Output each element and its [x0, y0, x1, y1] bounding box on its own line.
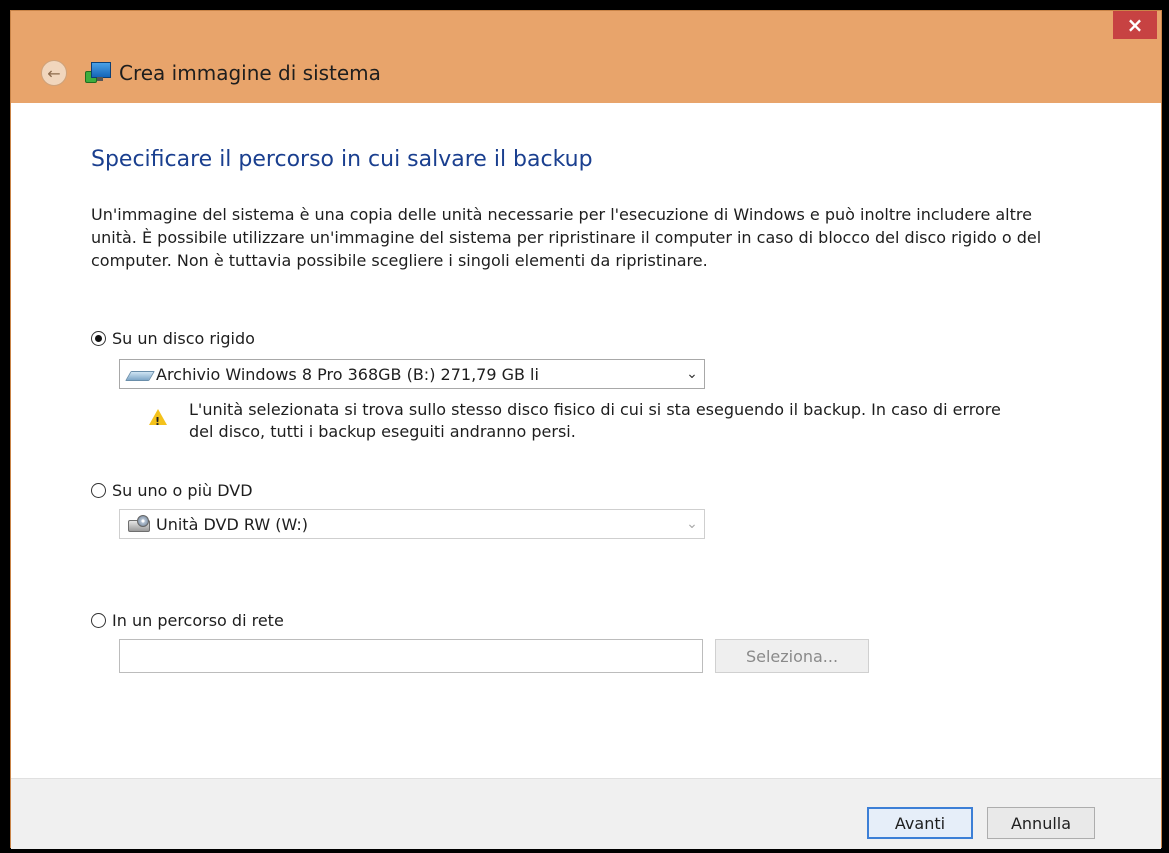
- back-arrow-icon: ←: [47, 63, 61, 83]
- dialog-footer: Avanti Annulla: [11, 778, 1161, 849]
- cancel-button[interactable]: Annulla: [987, 807, 1095, 839]
- dvd-dropdown-value: Unità DVD RW (W:): [156, 514, 308, 534]
- browse-button-label: Seleziona...: [745, 646, 839, 666]
- dvd-radio[interactable]: [91, 483, 106, 498]
- system-image-icon: [85, 61, 111, 85]
- dvd-drive-icon: [128, 515, 152, 532]
- hard-disk-label: Su un disco rigido: [112, 329, 255, 348]
- back-button[interactable]: ←: [41, 60, 67, 86]
- hard-disk-dropdown[interactable]: Archivio Windows 8 Pro 368GB (B:) 271,79…: [119, 359, 705, 389]
- hard-disk-radio[interactable]: [91, 331, 106, 346]
- option-hard-disk[interactable]: Su un disco rigido: [91, 329, 255, 348]
- dialog-window: × ← Crea immagine di sistema Specificare…: [10, 10, 1162, 849]
- content-area: Specificare il percorso in cui salvare i…: [11, 103, 1161, 778]
- option-network[interactable]: In un percorso di rete: [91, 611, 284, 630]
- next-button-label: Avanti: [894, 813, 946, 833]
- dvd-dropdown[interactable]: Unità DVD RW (W:) ⌄: [119, 509, 705, 539]
- close-icon: ×: [1126, 13, 1144, 37]
- next-button[interactable]: Avanti: [867, 807, 973, 839]
- cancel-button-label: Annulla: [1010, 813, 1072, 833]
- same-disk-warning: L'unità selezionata si trova sullo stess…: [149, 399, 1029, 443]
- network-path-input[interactable]: [119, 639, 703, 673]
- browse-button[interactable]: Seleziona...: [715, 639, 869, 673]
- page-description: Un'immagine del sistema è una copia dell…: [91, 205, 1042, 270]
- title-bar: ← Crea immagine di sistema: [11, 49, 1161, 97]
- warning-icon: [149, 409, 167, 433]
- close-button[interactable]: ×: [1113, 11, 1157, 39]
- dvd-label: Su uno o più DVD: [112, 481, 253, 500]
- warning-text: L'unità selezionata si trova sullo stess…: [189, 400, 1001, 441]
- hard-drive-icon: [125, 367, 155, 381]
- chevron-down-icon: ⌄: [686, 516, 698, 532]
- page-heading: Specificare il percorso in cui salvare i…: [91, 147, 593, 172]
- window-title: Crea immagine di sistema: [119, 61, 381, 85]
- network-radio[interactable]: [91, 613, 106, 628]
- chevron-down-icon: ⌄: [686, 366, 698, 382]
- network-label: In un percorso di rete: [112, 611, 284, 630]
- option-dvd[interactable]: Su uno o più DVD: [91, 481, 253, 500]
- hard-disk-dropdown-value: Archivio Windows 8 Pro 368GB (B:) 271,79…: [156, 364, 539, 384]
